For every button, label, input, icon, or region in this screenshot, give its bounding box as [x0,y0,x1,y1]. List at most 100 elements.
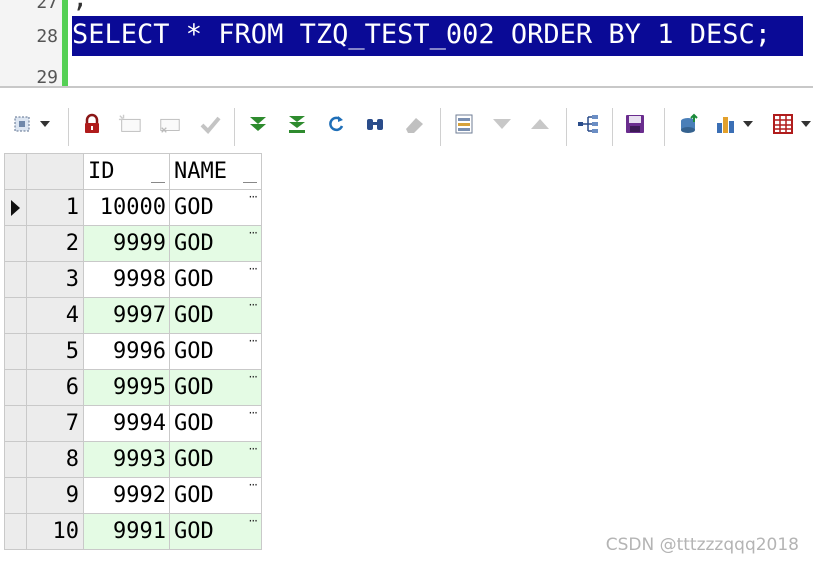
cell-id[interactable]: 9994 [83,405,170,442]
cell-id[interactable]: 9997 [83,297,170,334]
cell-editor-button[interactable]: ··· [249,442,259,456]
row-number: 6 [26,369,84,406]
cell-id[interactable]: 9996 [83,333,170,370]
cell-name[interactable]: GOD ··· [169,225,262,262]
cell-name[interactable]: GOD ··· [169,441,262,478]
cell-editor-button[interactable]: ··· [249,226,259,240]
header-corner[interactable] [4,153,27,190]
header-row-number [26,153,84,190]
select-mode-icon[interactable] [10,112,34,136]
table-row[interactable]: 9 9992 GOD ··· [4,477,262,514]
cell-editor-button[interactable]: ··· [249,478,259,492]
cell-editor-button[interactable]: ··· [249,334,259,348]
toolbar-separator [566,108,567,146]
current-row-arrow-icon [11,199,20,216]
toolbar-separator [440,108,441,146]
row-number: 2 [26,225,84,262]
selected-sql-statement[interactable]: SELECT * FROM TZQ_TEST_002 ORDER BY 1 DE… [72,16,803,56]
row-number: 4 [26,297,84,334]
column-header-name[interactable]: NAME [169,153,262,190]
row-number: 1 [26,189,84,226]
sql-editor[interactable]: 27 28 29 ; SELECT * FROM TZQ_TEST_002 OR… [0,0,813,88]
cell-editor-button[interactable]: ··· [249,514,259,528]
cell-name[interactable]: GOD ··· [169,297,262,334]
cell-name[interactable]: GOD ··· [169,513,262,550]
cell-name[interactable]: GOD ··· [169,261,262,298]
cell-id[interactable]: 9991 [83,513,170,550]
table-row[interactable]: 6 9995 GOD ··· [4,369,262,406]
cell-name[interactable]: GOD ··· [169,189,262,226]
table-row[interactable]: 1 10000 GOD ··· [4,189,262,226]
row-number: 8 [26,441,84,478]
cell-editor-button[interactable]: ··· [249,190,259,204]
post-changes-icon[interactable] [198,112,222,136]
fetch-next-icon[interactable] [246,112,270,136]
cell-id[interactable]: 9992 [83,477,170,514]
column-header-label: NAME [174,159,227,184]
cell-name[interactable]: GOD ··· [169,369,262,406]
row-indicator[interactable] [4,189,27,226]
filter-down-icon[interactable] [490,112,514,136]
cell-editor-button[interactable]: ··· [249,262,259,276]
cell-name-value: GOD [174,195,214,220]
find-icon[interactable] [363,112,387,136]
save-icon[interactable] [623,112,647,136]
single-record-view-icon[interactable] [452,112,476,136]
line-number: 28 [36,26,58,47]
dropdown-arrow-icon[interactable] [38,112,52,136]
cell-id[interactable]: 9999 [83,225,170,262]
cell-name[interactable]: GOD ··· [169,333,262,370]
refresh-icon[interactable] [324,112,348,136]
row-indicator[interactable] [4,369,27,406]
cell-name[interactable]: GOD ··· [169,405,262,442]
dropdown-arrow-icon[interactable] [741,112,755,136]
insert-record-icon[interactable] [118,112,142,136]
query-by-example-icon[interactable] [576,112,600,136]
cell-name[interactable]: GOD ··· [169,477,262,514]
row-indicator[interactable] [4,225,27,262]
table-row[interactable]: 8 9993 GOD ··· [4,441,262,478]
cell-name-value: GOD [174,447,214,472]
delete-record-icon[interactable] [158,112,182,136]
fetch-last-icon[interactable] [285,112,309,136]
editor-divider [0,86,813,88]
table-row[interactable]: 3 9998 GOD ··· [4,261,262,298]
export-icon[interactable] [678,112,702,136]
dropdown-arrow-icon[interactable] [799,112,813,136]
row-indicator[interactable] [4,513,27,550]
clear-icon[interactable] [402,112,426,136]
toolbar-separator [234,108,235,146]
cell-id[interactable]: 9993 [83,441,170,478]
row-number: 7 [26,405,84,442]
row-indicator[interactable] [4,333,27,370]
table-row[interactable]: 5 9996 GOD ··· [4,333,262,370]
row-indicator[interactable] [4,261,27,298]
cell-id[interactable]: 9995 [83,369,170,406]
toolbar-separator [68,108,69,146]
row-indicator[interactable] [4,477,27,514]
column-header-id[interactable]: ID [83,153,170,190]
cell-id[interactable]: 10000 [83,189,170,226]
sort-indicator-icon[interactable] [243,182,257,183]
row-number: 10 [26,513,84,550]
cell-name-value: GOD [174,267,214,292]
row-indicator[interactable] [4,405,27,442]
line-number: 27 [36,0,58,13]
table-row[interactable]: 4 9997 GOD ··· [4,297,262,334]
lock-icon[interactable] [80,112,104,136]
cell-name-value: GOD [174,411,214,436]
chart-icon[interactable] [714,112,738,136]
cell-editor-button[interactable]: ··· [249,406,259,420]
row-number: 9 [26,477,84,514]
sort-indicator-icon[interactable] [151,182,165,183]
cell-editor-button[interactable]: ··· [249,298,259,312]
table-row[interactable]: 2 9999 GOD ··· [4,225,262,262]
table-row[interactable]: 7 9994 GOD ··· [4,405,262,442]
row-indicator[interactable] [4,441,27,478]
row-indicator[interactable] [4,297,27,334]
grid-options-icon[interactable] [771,112,795,136]
table-row[interactable]: 10 9991 GOD ··· [4,513,262,550]
filter-up-icon[interactable] [528,112,552,136]
cell-id[interactable]: 9998 [83,261,170,298]
cell-editor-button[interactable]: ··· [249,370,259,384]
